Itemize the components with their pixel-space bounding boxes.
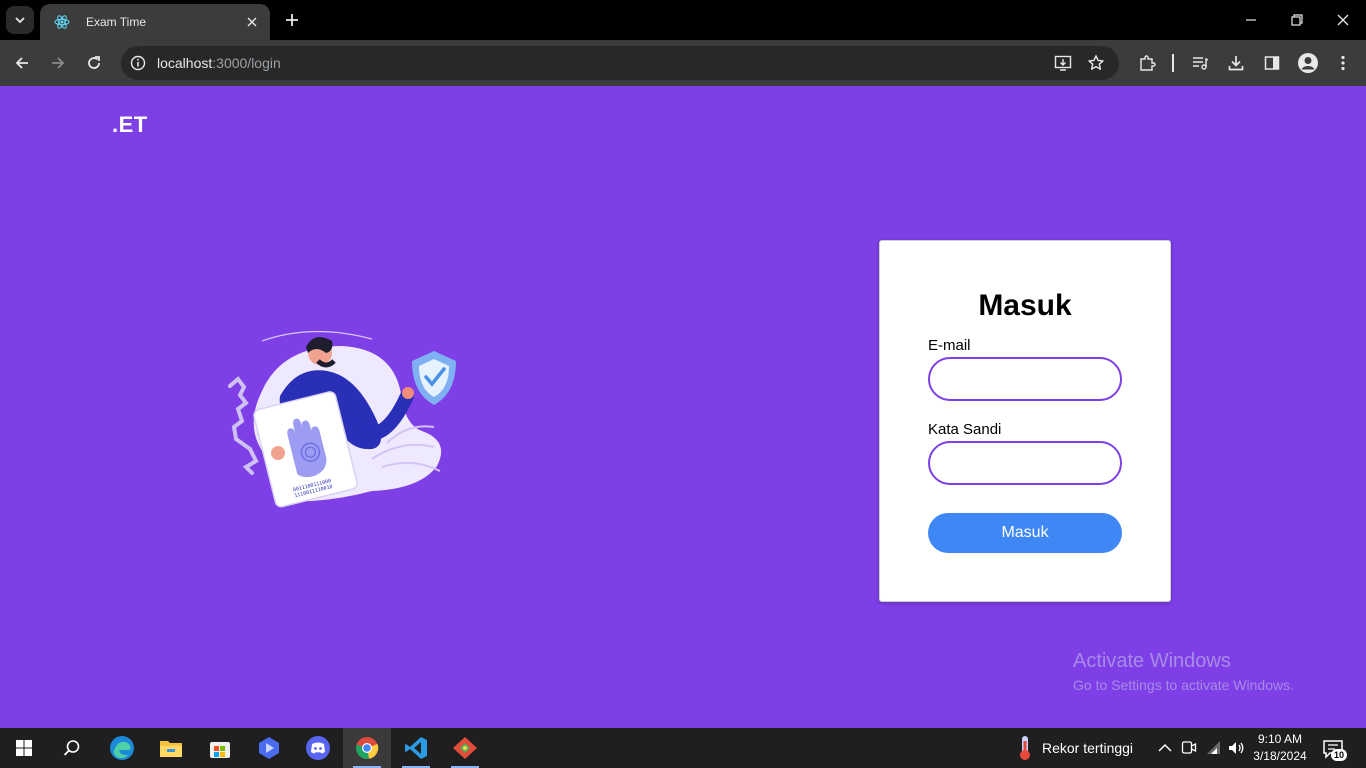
info-icon[interactable] <box>130 55 146 71</box>
tab-search-button[interactable] <box>6 6 34 34</box>
clock-date: 3/18/2024 <box>1253 749 1307 763</box>
shield-check-icon <box>412 351 456 405</box>
weather-widget[interactable]: Rekor tertinggi <box>1018 728 1133 768</box>
tab-close-icon[interactable] <box>244 14 260 30</box>
activate-windows-watermark: Activate Windows Go to Settings to activ… <box>1073 650 1294 693</box>
weather-text: Rekor tertinggi <box>1042 740 1134 756</box>
new-tab-button[interactable] <box>280 8 304 32</box>
arrow-right-icon <box>52 57 65 69</box>
security-illustration: 0011100111000 1110011110010 <box>228 331 456 508</box>
edge-icon <box>110 736 134 760</box>
avatar-icon <box>1298 53 1318 73</box>
taskbar-chrome[interactable] <box>343 728 391 768</box>
meet-now-icon[interactable] <box>1179 738 1199 758</box>
taskbar-git-tool[interactable] <box>441 728 489 768</box>
show-hidden-icons[interactable] <box>1155 738 1175 758</box>
search-button[interactable] <box>48 728 96 768</box>
star-icon[interactable] <box>1084 51 1108 75</box>
install-app-icon[interactable] <box>1051 51 1075 75</box>
wifi-icon[interactable] <box>1204 738 1224 758</box>
forward-button[interactable] <box>46 51 70 75</box>
toolbar-divider <box>1172 54 1174 72</box>
restore-icon <box>1291 14 1303 26</box>
chrome-icon <box>356 737 379 759</box>
watermark-subtitle: Go to Settings to activate Windows. <box>1073 677 1294 693</box>
thermometer-icon <box>1020 736 1030 760</box>
react-icon <box>54 15 70 29</box>
menu-button[interactable] <box>1331 51 1355 75</box>
taskbar-clipchamp[interactable] <box>245 728 293 768</box>
music-queue-icon <box>1193 57 1209 70</box>
windows-icon <box>16 740 32 756</box>
folder-icon <box>160 741 182 757</box>
arrow-left-icon <box>15 57 28 69</box>
vscode-icon <box>405 737 427 759</box>
start-button[interactable] <box>0 728 48 768</box>
system-clock[interactable]: 9:10 AM 3/18/2024 <box>1248 731 1312 765</box>
plus-icon <box>286 14 298 26</box>
git-client-icon <box>453 737 477 759</box>
browser-tab[interactable]: Exam Time <box>40 4 270 40</box>
taskbar-file-explorer[interactable] <box>147 728 195 768</box>
chevron-down-icon <box>15 17 25 24</box>
downloads-button[interactable] <box>1224 51 1248 75</box>
login-button[interactable]: Masuk <box>928 513 1122 553</box>
store-icon <box>210 742 230 758</box>
taskbar-vscode[interactable] <box>392 728 440 768</box>
password-label: Kata Sandi <box>928 421 1002 438</box>
profile-button[interactable] <box>1296 51 1320 75</box>
login-card: Masuk E-mail Kata Sandi Masuk <box>879 240 1171 602</box>
address-bar[interactable]: localhost:3000/login <box>121 46 1119 80</box>
discord-icon <box>306 736 330 760</box>
url-path: :3000/login <box>212 55 281 71</box>
minimize-icon <box>1246 19 1256 21</box>
email-field[interactable] <box>928 357 1122 401</box>
side-panel-button[interactable] <box>1260 51 1284 75</box>
taskbar-microsoft-store[interactable] <box>196 728 244 768</box>
site-logo[interactable]: .ET <box>112 112 148 138</box>
close-icon <box>1337 14 1349 26</box>
volume-icon[interactable] <box>1226 738 1246 758</box>
search-icon <box>63 740 80 756</box>
video-editor-icon <box>259 737 279 759</box>
browser-toolbar: localhost:3000/login <box>0 40 1366 86</box>
taskbar: Rekor tertinggi 9:10 AM 3/18/2024 10 <box>0 728 1366 768</box>
side-panel-icon <box>1264 56 1280 70</box>
download-icon <box>1228 56 1244 71</box>
taskbar-edge[interactable] <box>98 728 146 768</box>
minimize-button[interactable] <box>1239 8 1263 32</box>
login-page: .ET 0011100111000 1110011110010 Masuk E-… <box>0 86 1366 728</box>
restore-button[interactable] <box>1285 8 1309 32</box>
url-host: localhost <box>157 55 213 71</box>
reload-button[interactable] <box>82 51 106 75</box>
clock-time: 9:10 AM <box>1257 732 1303 746</box>
extensions-button[interactable] <box>1135 51 1159 75</box>
chevron-up-icon <box>1158 743 1172 752</box>
media-controls-button[interactable] <box>1188 51 1212 75</box>
back-button[interactable] <box>10 51 34 75</box>
notification-count-badge: 10 <box>1331 749 1348 761</box>
tab-title: Exam Time <box>86 15 147 29</box>
taskbar-discord[interactable] <box>294 728 342 768</box>
close-window-button[interactable] <box>1331 8 1355 32</box>
browser-tabstrip: Exam Time <box>0 0 1366 40</box>
reload-icon <box>88 56 100 69</box>
watermark-title: Activate Windows <box>1073 650 1231 672</box>
login-title: Masuk <box>978 289 1072 322</box>
puzzle-icon <box>1140 55 1156 71</box>
email-label: E-mail <box>928 337 971 354</box>
password-field[interactable] <box>928 441 1122 485</box>
kebab-menu-icon <box>1341 55 1345 71</box>
